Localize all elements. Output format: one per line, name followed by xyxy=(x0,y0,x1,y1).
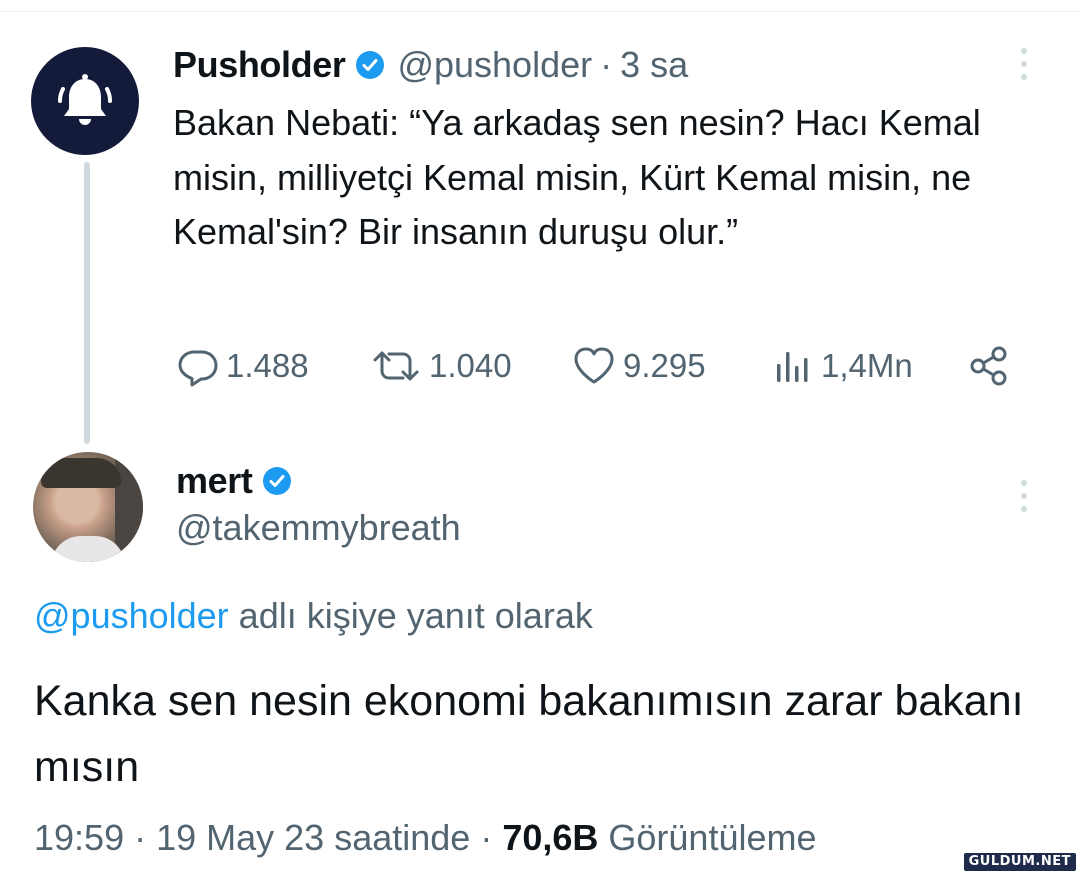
reply-context-label: adlı kişiye yanıt olarak xyxy=(228,595,593,636)
reply-count: 1.488 xyxy=(226,347,309,384)
site-watermark: GULDUM.NET xyxy=(963,853,1076,871)
tweet-timestamp-date[interactable]: 19 May 23 saatinde xyxy=(156,817,470,858)
more-icon[interactable] xyxy=(1021,480,1027,512)
pusholder-avatar[interactable] xyxy=(31,47,139,155)
thread-connector-line xyxy=(84,162,90,444)
repost-button[interactable]: 1.040 xyxy=(369,341,512,391)
like-count: 9.295 xyxy=(623,347,706,384)
separator-dot: · xyxy=(470,817,503,858)
share-button[interactable] xyxy=(967,341,1011,391)
views-button[interactable]: 1,4Mn xyxy=(771,341,913,391)
reply-tweet-text: Kanka sen nesin ekonomi bakanımısın zara… xyxy=(34,677,1024,791)
tweet-time[interactable]: 3 sa xyxy=(620,44,688,86)
top-divider xyxy=(0,11,1080,12)
reply-author-handle[interactable]: @takemmybreath xyxy=(176,504,461,552)
reply-tweet-header: mert xyxy=(176,458,292,504)
reply-mention-link[interactable]: @pusholder xyxy=(34,595,229,636)
repost-count: 1.040 xyxy=(429,347,512,384)
views-icon xyxy=(777,352,808,382)
share-icon xyxy=(970,346,1007,386)
verified-badge-icon xyxy=(262,466,292,496)
views-count: 1,4Mn xyxy=(821,347,913,384)
author-handle[interactable]: @pusholder xyxy=(397,44,592,86)
reply-context: @pusholder adlı kişiye yanıt olarak xyxy=(34,592,593,640)
separator-dot: · xyxy=(124,817,157,858)
tweet-timestamp-time[interactable]: 19:59 xyxy=(34,817,124,858)
separator-dot: · xyxy=(600,44,613,85)
repost-icon xyxy=(373,351,419,381)
reply-author-name[interactable]: mert xyxy=(176,460,253,502)
parent-tweet-header: Pusholder @pusholder · 3 sa xyxy=(173,42,688,88)
verified-badge-icon xyxy=(355,50,385,80)
reply-button[interactable]: 1.488 xyxy=(176,341,309,391)
mert-avatar[interactable] xyxy=(33,452,143,562)
reply-views-count[interactable]: 70,6B xyxy=(502,817,598,858)
like-button[interactable]: 9.295 xyxy=(571,341,706,391)
like-icon xyxy=(574,347,614,384)
reply-icon xyxy=(178,350,218,387)
bell-icon xyxy=(58,74,112,125)
parent-tweet-text: Bakan Nebati: “Ya arkadaş sen nesin? Hac… xyxy=(173,102,981,252)
more-icon[interactable] xyxy=(1021,48,1027,80)
author-name[interactable]: Pusholder xyxy=(173,44,346,86)
reply-views-label: Görüntüleme xyxy=(598,817,817,858)
tweet-actions: 1.488 1.040 9.295 1,4Mn xyxy=(173,341,1013,391)
tweet-meta: 19:59 · 19 May 23 saatinde · 70,6B Görün… xyxy=(34,813,817,863)
